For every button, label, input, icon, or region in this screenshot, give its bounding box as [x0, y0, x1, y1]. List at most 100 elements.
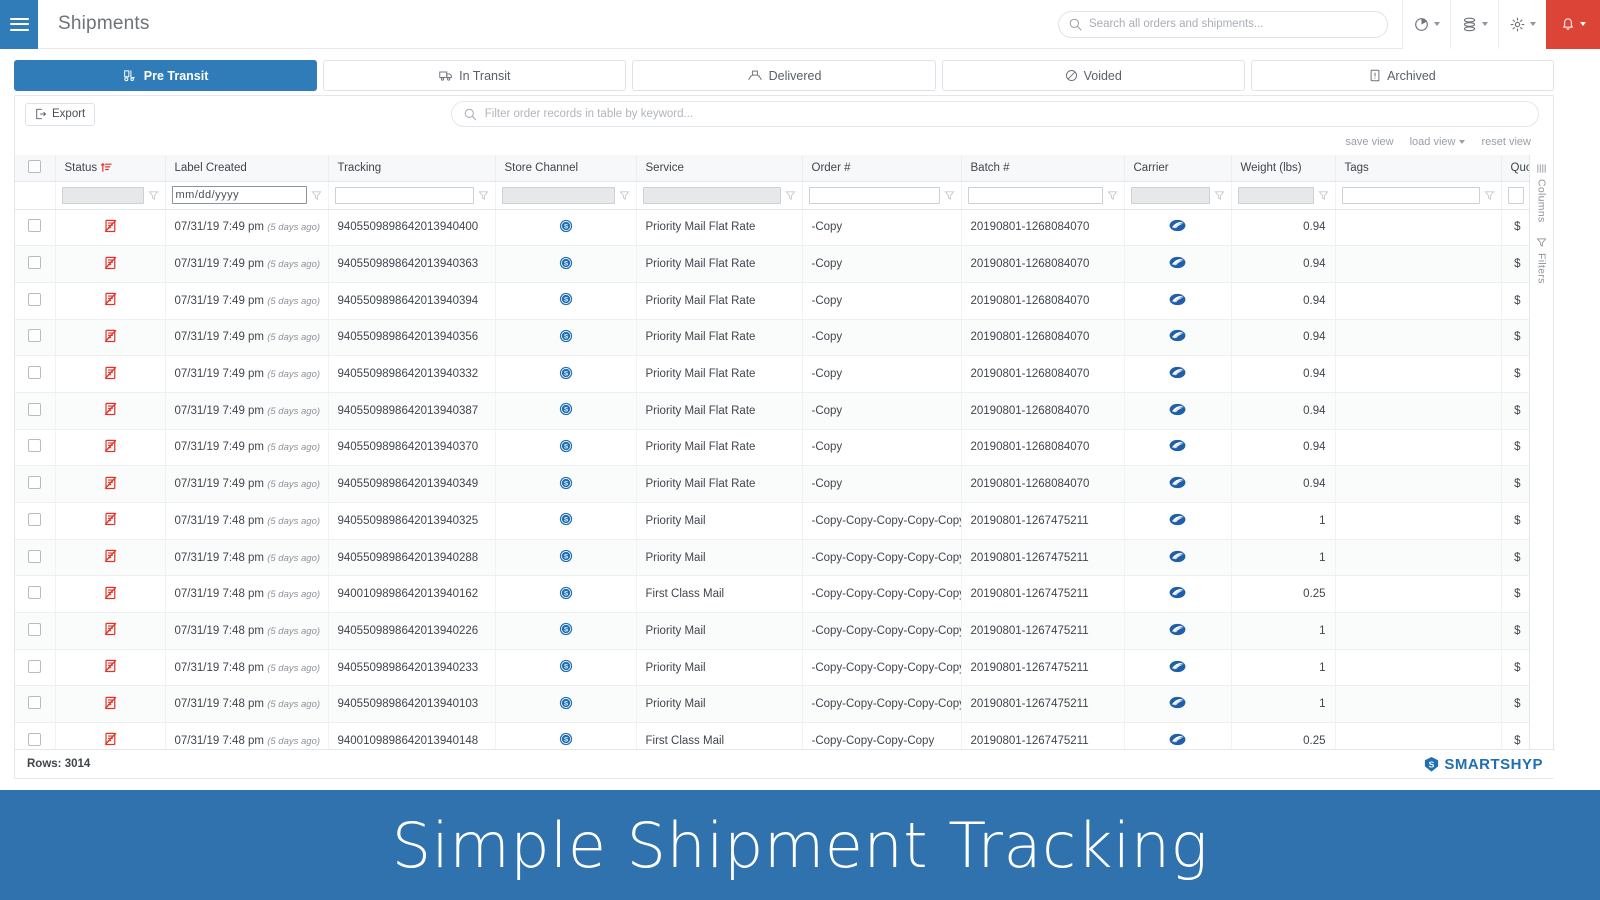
cell-tracking[interactable]: 9400109898642013940148: [328, 723, 495, 750]
cell-status[interactable]: [55, 356, 165, 393]
funnel-icon[interactable]: [1214, 190, 1225, 201]
cell-tags[interactable]: [1335, 539, 1501, 576]
row-select-cell[interactable]: [15, 319, 55, 356]
cell-batch[interactable]: 20190801-1268084070: [961, 392, 1124, 429]
cell-carrier[interactable]: [1124, 649, 1231, 686]
cell-batch[interactable]: 20190801-1268084070: [961, 429, 1124, 466]
usps-icon[interactable]: [1169, 586, 1186, 599]
cell-carrier[interactable]: [1124, 466, 1231, 503]
row-checkbox[interactable]: [28, 403, 41, 416]
row-checkbox[interactable]: [28, 660, 41, 673]
column-header-carrier[interactable]: Carrier: [1124, 155, 1231, 181]
row-select-cell[interactable]: [15, 649, 55, 686]
cell-store-channel[interactable]: S: [495, 613, 636, 650]
cell-tracking[interactable]: 9405509898642013940226: [328, 613, 495, 650]
cell-tags[interactable]: [1335, 613, 1501, 650]
side-tab-columns[interactable]: Columns: [1536, 163, 1548, 223]
table-row[interactable]: 07/31/19 7:49 pm (5 days ago)94055098986…: [15, 282, 1530, 319]
row-checkbox[interactable]: [28, 623, 41, 636]
table-filter-input[interactable]: [485, 108, 1526, 120]
cell-store-channel[interactable]: S: [495, 686, 636, 723]
label-void-icon[interactable]: [104, 549, 117, 563]
tab-delivered[interactable]: Delivered: [632, 60, 935, 91]
cell-tags[interactable]: [1335, 429, 1501, 466]
smartshyp-store-icon[interactable]: S: [559, 586, 573, 600]
cell-tags[interactable]: [1335, 649, 1501, 686]
cell-tracking[interactable]: 9405509898642013940325: [328, 503, 495, 540]
cell-order[interactable]: -Copy-Copy-Copy-Copy-Copy: [802, 686, 961, 723]
cell-batch[interactable]: 20190801-1267475211: [961, 576, 1124, 613]
column-filter-status[interactable]: [55, 181, 165, 209]
usps-icon[interactable]: [1169, 660, 1186, 673]
usps-icon[interactable]: [1169, 623, 1186, 636]
cell-carrier[interactable]: [1124, 686, 1231, 723]
cell-batch[interactable]: 20190801-1267475211: [961, 649, 1124, 686]
alerts-menu-button[interactable]: [1546, 0, 1600, 49]
cell-status[interactable]: [55, 686, 165, 723]
funnel-icon[interactable]: [311, 190, 322, 201]
table-row[interactable]: 07/31/19 7:48 pm (5 days ago)94055098986…: [15, 503, 1530, 540]
usps-icon[interactable]: [1169, 403, 1186, 416]
tab-pre-transit[interactable]: Pre Transit: [14, 60, 317, 91]
row-checkbox[interactable]: [28, 586, 41, 599]
cell-order[interactable]: -Copy-Copy-Copy-Copy-Copy: [802, 576, 961, 613]
cell-carrier[interactable]: [1124, 209, 1231, 246]
table-row[interactable]: 07/31/19 7:49 pm (5 days ago)94055098986…: [15, 429, 1530, 466]
cell-carrier[interactable]: [1124, 613, 1231, 650]
cell-status[interactable]: [55, 539, 165, 576]
cell-tags[interactable]: [1335, 319, 1501, 356]
filter-input-weight[interactable]: [1238, 187, 1314, 204]
cell-order[interactable]: -Copy-Copy-Copy-Copy-Copy-Copy: [802, 539, 961, 576]
filter-input-store_channel[interactable]: [502, 187, 615, 204]
hamburger-menu-button[interactable]: [0, 0, 38, 49]
cell-status[interactable]: [55, 319, 165, 356]
cell-order[interactable]: -Copy: [802, 429, 961, 466]
search-input[interactable]: [1089, 18, 1377, 30]
cell-store-channel[interactable]: S: [495, 576, 636, 613]
cell-tags[interactable]: [1335, 723, 1501, 750]
cell-order[interactable]: -Copy: [802, 356, 961, 393]
usps-icon[interactable]: [1169, 256, 1186, 269]
table-row[interactable]: 07/31/19 7:48 pm (5 days ago)94001098986…: [15, 576, 1530, 613]
cell-batch[interactable]: 20190801-1268084070: [961, 319, 1124, 356]
row-checkbox[interactable]: [28, 329, 41, 342]
cell-status[interactable]: [55, 503, 165, 540]
settings-menu-button[interactable]: [1498, 0, 1546, 49]
usps-icon[interactable]: [1169, 696, 1186, 709]
row-checkbox[interactable]: [28, 733, 41, 746]
table-row[interactable]: 07/31/19 7:49 pm (5 days ago)94055098986…: [15, 319, 1530, 356]
smartshyp-store-icon[interactable]: S: [559, 219, 573, 233]
save-view-link[interactable]: save view: [1345, 136, 1393, 148]
database-menu-button[interactable]: [1450, 0, 1498, 49]
cell-order[interactable]: -Copy-Copy-Copy-Copy-Copy: [802, 649, 961, 686]
smartshyp-store-icon[interactable]: S: [559, 366, 573, 380]
cell-batch[interactable]: 20190801-1267475211: [961, 539, 1124, 576]
column-header-order[interactable]: Order #: [802, 155, 961, 181]
cell-order[interactable]: -Copy: [802, 319, 961, 356]
cell-status[interactable]: [55, 429, 165, 466]
smartshyp-store-icon[interactable]: S: [559, 476, 573, 490]
cell-tracking[interactable]: 9405509898642013940332: [328, 356, 495, 393]
filter-input-status[interactable]: [62, 187, 144, 204]
cell-store-channel[interactable]: S: [495, 319, 636, 356]
row-select-cell[interactable]: [15, 356, 55, 393]
smartshyp-store-icon[interactable]: S: [559, 329, 573, 343]
column-header-label_created[interactable]: Label Created: [165, 155, 328, 181]
row-checkbox[interactable]: [28, 293, 41, 306]
column-filter-tracking[interactable]: [328, 181, 495, 209]
sort-ascending-icon[interactable]: [101, 162, 112, 173]
funnel-icon[interactable]: [148, 190, 159, 201]
smartshyp-store-icon[interactable]: S: [559, 622, 573, 636]
cell-carrier[interactable]: [1124, 319, 1231, 356]
usps-icon[interactable]: [1169, 476, 1186, 489]
label-void-icon[interactable]: [104, 329, 117, 343]
label-void-icon[interactable]: [104, 512, 117, 526]
table-row[interactable]: 07/31/19 7:49 pm (5 days ago)94055098986…: [15, 246, 1530, 283]
column-filter-quote[interactable]: [1501, 181, 1530, 209]
cell-batch[interactable]: 20190801-1267475211: [961, 723, 1124, 750]
cell-status[interactable]: [55, 723, 165, 750]
row-select-cell[interactable]: [15, 539, 55, 576]
table-row[interactable]: 07/31/19 7:48 pm (5 days ago)94055098986…: [15, 613, 1530, 650]
tab-archived[interactable]: Archived: [1251, 60, 1554, 91]
smartshyp-store-icon[interactable]: S: [559, 439, 573, 453]
